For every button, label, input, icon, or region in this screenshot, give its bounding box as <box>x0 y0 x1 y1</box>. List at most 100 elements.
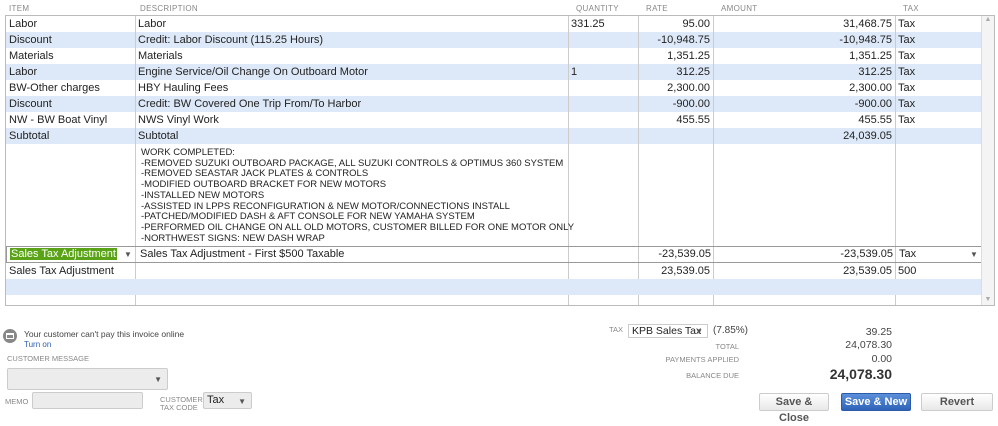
chevron-down-icon[interactable]: ▼ <box>970 250 978 259</box>
rate-cell: 23,539.05 <box>661 265 710 277</box>
save-new-button[interactable]: Save & New <box>841 393 911 411</box>
table-row[interactable]: Sales Tax Adjustment 23,539.05 23,539.05… <box>6 263 983 279</box>
rate-cell[interactable] <box>638 128 713 144</box>
description-cell[interactable]: NWS Vinyl Work <box>135 112 568 128</box>
tax-label: TAX <box>609 325 624 334</box>
amount-cell[interactable]: 2,300.00 <box>713 80 895 96</box>
total-amount: 24,078.30 <box>845 339 892 351</box>
item-cell[interactable]: Labor <box>6 64 135 80</box>
description-cell[interactable]: Credit: Labor Discount (115.25 Hours) <box>135 32 568 48</box>
rate-cell[interactable]: -10,948.75 <box>638 32 713 48</box>
amount-cell[interactable]: 31,468.75 <box>713 16 895 32</box>
table-row[interactable]: Materials Materials 1,351.25 1,351.25 Tax <box>6 48 983 64</box>
payments-applied-label: PAYMENTS APPLIED <box>665 355 740 364</box>
col-amount[interactable]: AMOUNT <box>721 4 757 13</box>
online-pay-icon <box>3 329 17 343</box>
rate-cell[interactable]: 312.25 <box>638 64 713 80</box>
tax-amount: 39.25 <box>865 326 892 338</box>
tax-cell[interactable]: Tax <box>895 96 975 112</box>
tax-cell[interactable]: Tax <box>895 112 975 128</box>
selected-line-row[interactable]: Sales Tax Adjustment ▼ Sales Tax Adjustm… <box>6 246 983 263</box>
rate-cell[interactable]: 95.00 <box>638 16 713 32</box>
rate-cell[interactable]: 455.55 <box>638 112 713 128</box>
item-cell[interactable]: Subtotal <box>6 128 135 144</box>
table-row[interactable]: Subtotal Subtotal 24,039.05 <box>6 128 983 144</box>
amount-cell: 23,539.05 <box>843 265 892 277</box>
amount-cell[interactable]: -900.00 <box>713 96 895 112</box>
rate-cell[interactable]: 1,351.25 <box>638 48 713 64</box>
rate-cell[interactable]: -23,539.05 <box>639 247 714 262</box>
item-cell: Sales Tax Adjustment <box>9 265 114 277</box>
customer-tax-code-label: CUSTOMER TAX CODE <box>160 395 203 412</box>
quantity-cell[interactable]: 1 <box>568 64 638 80</box>
payments-applied-amount: 0.00 <box>871 353 892 365</box>
description-cell[interactable]: Labor <box>135 16 568 32</box>
amount-cell[interactable]: 24,039.05 <box>713 128 895 144</box>
description-cell[interactable]: Materials <box>135 48 568 64</box>
item-cell[interactable]: Discount <box>6 32 135 48</box>
item-select-value[interactable]: Sales Tax Adjustment <box>10 248 117 260</box>
amount-cell[interactable]: -23,539.05 <box>714 247 896 262</box>
memo-description[interactable]: WORK COMPLETED: -REMOVED SUZUKI OUTBOARD… <box>141 147 574 244</box>
table-row[interactable]: BW-Other charges HBY Hauling Fees 2,300.00… <box>6 80 983 96</box>
revert-button[interactable]: Revert <box>921 393 993 411</box>
chevron-down-icon[interactable]: ▼ <box>124 250 132 259</box>
quantity-cell[interactable] <box>568 128 638 144</box>
tax-cell[interactable] <box>895 128 975 144</box>
chevron-down-icon: ▼ <box>238 397 246 406</box>
amount-cell[interactable]: 455.55 <box>713 112 895 128</box>
item-cell[interactable]: NW - BW Boat Vinyl <box>6 112 135 128</box>
col-description[interactable]: DESCRIPTION <box>140 4 198 13</box>
description-cell[interactable]: Subtotal <box>135 128 568 144</box>
scroll-down-icon[interactable]: ▼ <box>982 296 994 303</box>
table-row[interactable]: Labor Engine Service/Oil Change On Outboa… <box>6 64 983 80</box>
memo-input[interactable] <box>32 392 143 409</box>
quantity-cell[interactable]: 331.25 <box>568 16 638 32</box>
description-cell[interactable]: Sales Tax Adjustment - First $500 Taxabl… <box>137 247 347 262</box>
col-quantity[interactable]: QUANTITY <box>576 4 619 13</box>
tax-cell[interactable]: Tax <box>895 32 975 48</box>
description-cell[interactable]: Engine Service/Oil Change On Outboard Mo… <box>135 64 568 80</box>
turn-on-link[interactable]: Turn on <box>24 340 51 349</box>
description-cell[interactable]: Credit: BW Covered One Trip From/To Harb… <box>135 96 568 112</box>
col-item[interactable]: ITEM <box>9 4 29 13</box>
item-cell[interactable]: Discount <box>6 96 135 112</box>
customer-message-label: CUSTOMER MESSAGE <box>7 354 89 363</box>
customer-message-select[interactable]: ▼ <box>7 368 168 390</box>
description-cell[interactable]: HBY Hauling Fees <box>135 80 568 96</box>
table-row[interactable]: Labor Labor 331.25 95.00 31,468.75 Tax <box>6 16 983 32</box>
customer-tax-code-select[interactable]: Tax ▼ <box>203 392 252 409</box>
col-rate[interactable]: RATE <box>646 4 668 13</box>
table-row[interactable]: NW - BW Boat Vinyl NWS Vinyl Work 455.55 45… <box>6 112 983 128</box>
chevron-down-icon: ▼ <box>154 375 162 384</box>
item-cell[interactable]: Materials <box>6 48 135 64</box>
amount-cell[interactable]: -10,948.75 <box>713 32 895 48</box>
tax-cell[interactable]: Tax <box>895 48 975 64</box>
amount-cell[interactable]: 312.25 <box>713 64 895 80</box>
quantity-cell[interactable] <box>568 48 638 64</box>
tax-cell[interactable]: Tax <box>895 80 975 96</box>
col-tax[interactable]: TAX <box>903 4 919 13</box>
quantity-cell[interactable] <box>568 112 638 128</box>
tax-cell[interactable]: Tax <box>896 247 919 262</box>
item-cell[interactable]: Labor <box>6 16 135 32</box>
balance-due-amount: 24,078.30 <box>829 366 892 382</box>
online-pay-message: Your customer can't pay this invoice onl… <box>24 329 185 339</box>
table-row[interactable]: Discount Credit: Labor Discount (115.25 H… <box>6 32 983 48</box>
quantity-cell[interactable] <box>568 32 638 48</box>
scrollbar[interactable]: ▲ ▼ <box>981 16 994 305</box>
rate-cell[interactable]: 2,300.00 <box>638 80 713 96</box>
table-header: ITEM DESCRIPTION QUANTITY RATE AMOUNT TA… <box>5 0 982 15</box>
amount-cell[interactable]: 1,351.25 <box>713 48 895 64</box>
rate-cell[interactable]: -900.00 <box>638 96 713 112</box>
quantity-cell[interactable] <box>568 80 638 96</box>
item-cell[interactable]: BW-Other charges <box>6 80 135 96</box>
tax-cell[interactable]: Tax <box>895 16 975 32</box>
table-row[interactable]: Discount Credit: BW Covered One Trip From… <box>6 96 983 112</box>
save-close-button[interactable]: Save & Close <box>759 393 829 424</box>
empty-row[interactable] <box>6 279 983 295</box>
tax-item-select[interactable]: KPB Sales Tax ▼ <box>628 324 708 338</box>
tax-cell[interactable]: Tax <box>895 64 975 80</box>
quantity-cell[interactable] <box>568 96 638 112</box>
scroll-up-icon[interactable]: ▲ <box>982 16 994 23</box>
